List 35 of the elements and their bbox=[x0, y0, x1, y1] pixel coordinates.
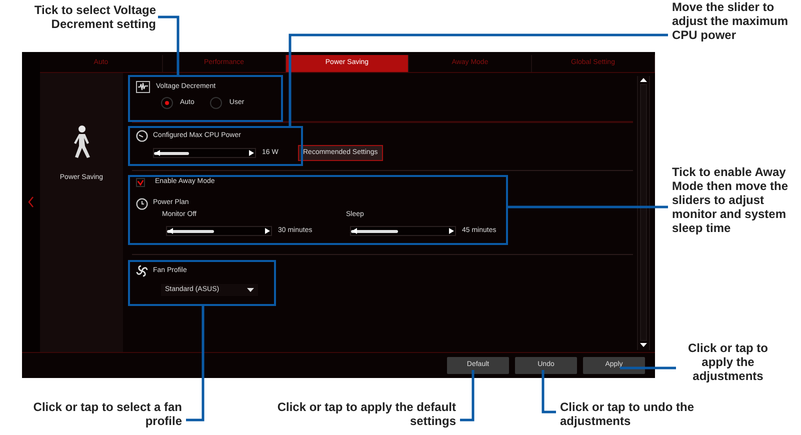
callout-text: Click or tap to undo the adjustments bbox=[560, 400, 695, 428]
scrollbar-thumb[interactable] bbox=[640, 84, 647, 341]
right-arrow-icon[interactable] bbox=[265, 228, 270, 234]
slider-track[interactable] bbox=[350, 226, 456, 236]
callout-text: Tick to select Voltage Decrement setting bbox=[33, 3, 156, 31]
callout-text: Click or tap to apply the adjustments bbox=[686, 341, 769, 383]
slider-fill[interactable] bbox=[351, 230, 398, 233]
waveform-icon bbox=[136, 81, 150, 93]
radio-button[interactable] bbox=[161, 97, 173, 109]
slider-track[interactable] bbox=[166, 226, 272, 236]
left-arrow-icon[interactable] bbox=[168, 228, 173, 234]
left-arrow-icon[interactable] bbox=[352, 228, 357, 234]
right-arrow-icon[interactable] bbox=[249, 150, 254, 156]
caret-icon bbox=[247, 288, 254, 292]
slider-fill[interactable] bbox=[167, 230, 214, 233]
gauge-icon bbox=[136, 130, 148, 142]
checkbox[interactable] bbox=[136, 178, 145, 187]
leader-line bbox=[620, 366, 676, 370]
back-chevron-icon[interactable] bbox=[28, 196, 34, 208]
right-arrow-icon[interactable] bbox=[449, 228, 454, 234]
radio-button[interactable] bbox=[210, 97, 222, 109]
callout-text: Tick to enable Away Mode then move the sliders to adjust monitor and system sleep time bbox=[672, 165, 790, 235]
callout-text: Click or tap to select a fan profile bbox=[32, 400, 182, 428]
scrollbar[interactable] bbox=[637, 76, 650, 350]
scroll-up-icon[interactable] bbox=[640, 78, 647, 82]
slider-track[interactable] bbox=[153, 148, 256, 158]
callout-text: Move the slider to adjust the maximum CPU power bbox=[672, 0, 790, 42]
callout-text: Click or tap to apply the default settings bbox=[276, 400, 456, 428]
leader-line bbox=[542, 370, 556, 414]
leader-line bbox=[158, 16, 180, 75]
fan-icon bbox=[136, 265, 148, 277]
leader-line bbox=[460, 370, 474, 422]
left-arrow-icon[interactable] bbox=[155, 150, 160, 156]
clock-icon bbox=[136, 198, 148, 210]
scroll-down-icon[interactable] bbox=[640, 343, 647, 347]
